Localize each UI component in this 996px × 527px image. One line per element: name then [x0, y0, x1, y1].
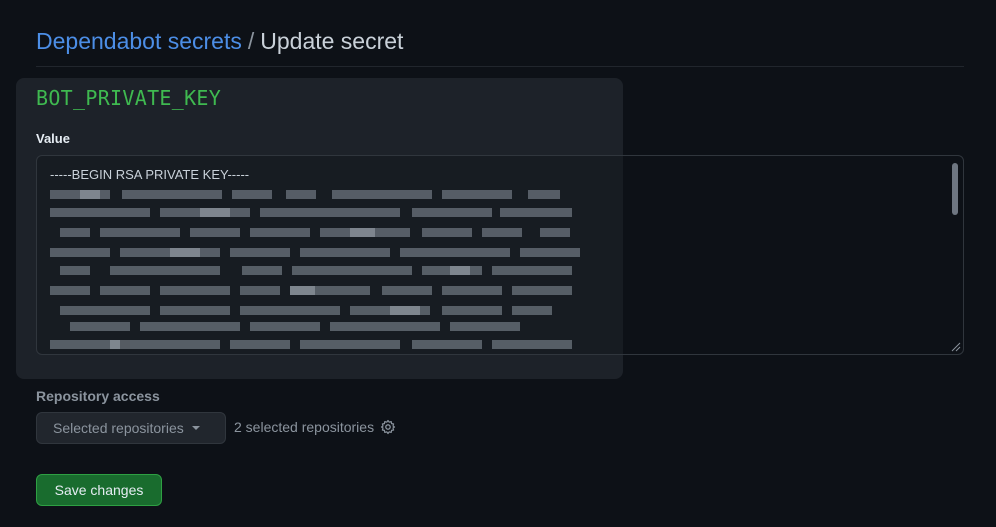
breadcrumb: Dependabot secrets / Update secret [36, 27, 964, 67]
selected-repositories-count: 2 selected repositories [234, 419, 375, 435]
breadcrumb-dependabot-secrets-link[interactable]: Dependabot secrets [36, 28, 242, 54]
update-secret-page: Dependabot secrets / Update secret BOT_PRI… [0, 0, 996, 527]
pixelated-key-content [50, 190, 580, 349]
gear-icon[interactable] [380, 419, 396, 435]
repository-access-label: Repository access [36, 388, 160, 404]
textarea-scrollbar[interactable] [949, 160, 961, 346]
selected-repositories-info: 2 selected repositories [234, 419, 396, 435]
value-label: Value [36, 131, 70, 146]
breadcrumb-separator: / [247, 28, 255, 54]
secret-name: BOT_PRIVATE_KEY [36, 86, 222, 110]
repository-access-select-label: Selected repositories [53, 420, 184, 436]
chevron-down-icon [191, 426, 200, 430]
repository-access-select[interactable]: Selected repositories [36, 412, 226, 444]
scrollbar-thumb[interactable] [952, 163, 958, 215]
secret-value-textarea[interactable]: -----BEGIN RSA PRIVATE KEY----- [36, 155, 964, 355]
save-changes-button[interactable]: Save changes [36, 474, 162, 506]
secret-value-first-line: -----BEGIN RSA PRIVATE KEY----- [50, 167, 250, 182]
page-title: Update secret [260, 28, 404, 54]
resize-handle-icon[interactable] [949, 340, 961, 352]
